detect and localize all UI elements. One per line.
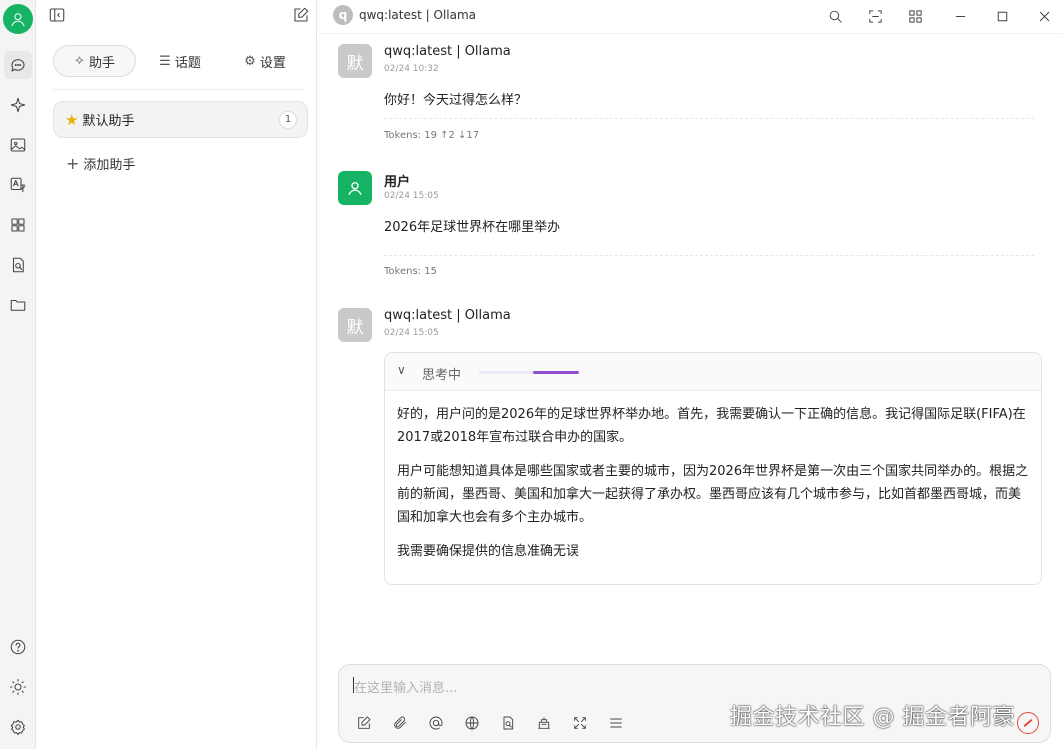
message-user: 用户 02/24 15:05 2026年足球世界杯在哪里举办 Tokens: 1… (338, 171, 1042, 281)
minimize-icon[interactable] (948, 4, 972, 28)
star-icon: ★ (65, 110, 79, 129)
token-count: Tokens: 19 ↑2 ↓17 (384, 130, 480, 141)
translate-icon[interactable] (6, 173, 30, 197)
theme-icon[interactable] (6, 675, 30, 699)
collapse-sidebar-icon[interactable] (48, 6, 68, 26)
app-window: ✧ 助手 ☰ 话题 ⚙ 设置 ★ 默认助手 1 + 添加助手 q qwq:lat… (0, 0, 1062, 749)
chat-header: q qwq:latest | Ollama (318, 0, 1062, 34)
tab-settings[interactable]: ⚙ 设置 (224, 45, 306, 77)
knowledge-icon[interactable] (533, 712, 555, 734)
message-text[interactable]: 2026年足球世界杯在哪里举办 (384, 216, 560, 235)
chevron-down-icon: ∨ (397, 363, 406, 377)
edit-icon[interactable] (353, 712, 375, 734)
topic-count-badge: 1 (279, 110, 297, 129)
sparkle-icon: ✧ (74, 53, 85, 69)
new-chat-icon[interactable] (292, 6, 312, 26)
message-assistant: 默 qwq:latest | Ollama 02/24 10:32 你好！今天过… (338, 44, 1042, 144)
document-search-icon[interactable] (6, 253, 30, 277)
message-divider (384, 255, 1034, 256)
thinking-paragraph: 我需要确保提供的信息准确无误 (397, 544, 580, 559)
thinking-content: 好的，用户问的是2026年的足球世界杯举办地。首先，我需要确认一下正确的信息。我… (385, 391, 1041, 563)
assistant-sidebar: ✧ 助手 ☰ 话题 ⚙ 设置 ★ 默认助手 1 + 添加助手 (42, 0, 317, 749)
assistant-item-default[interactable]: ★ 默认助手 1 (53, 101, 308, 138)
help-icon[interactable] (6, 635, 30, 659)
user-icon (338, 171, 372, 205)
at-icon[interactable] (425, 712, 447, 734)
close-icon[interactable] (1032, 4, 1056, 28)
sidebar-tabs: ✧ 助手 ☰ 话题 ⚙ 设置 (53, 45, 306, 77)
chat-icon[interactable] (4, 51, 32, 79)
thinking-panel: ∨ 思考中 好的，用户问的是2026年的足球世界杯举办地。首先，我需要确认一下正… (384, 352, 1042, 585)
composer-toolbar (353, 712, 627, 734)
add-assistant-label: 添加助手 (83, 158, 136, 173)
divider-icon[interactable] (605, 712, 627, 734)
attachment-icon[interactable] (389, 712, 411, 734)
apps-icon[interactable] (6, 213, 30, 237)
assistant-label: 默认助手 (82, 114, 135, 129)
message-assistant: 默 qwq:latest | Ollama 02/24 15:05 ∨ 思考中 … (338, 308, 1042, 588)
message-time: 02/24 15:05 (384, 191, 439, 201)
globe-icon[interactable] (461, 712, 483, 734)
model-avatar[interactable]: q (333, 5, 353, 25)
layout-grid-icon[interactable] (903, 4, 927, 28)
add-assistant-button[interactable]: + 添加助手 (66, 154, 135, 173)
message-author: qwq:latest | Ollama (384, 44, 511, 59)
settings-gear-icon[interactable] (6, 715, 30, 739)
message-author: 用户 (384, 175, 411, 190)
tab-topics[interactable]: ☰ 话题 (136, 45, 224, 77)
tab-label: 助手 (88, 55, 115, 71)
plus-icon: + (66, 153, 80, 173)
user-avatar-icon[interactable] (3, 4, 33, 34)
folder-icon[interactable] (6, 293, 30, 317)
thinking-label: 思考中 (422, 368, 462, 383)
image-icon[interactable] (6, 133, 30, 157)
thinking-paragraph: 好的，用户问的是2026年的足球世界杯举办地。首先，我需要确认一下正确的信息。我… (397, 407, 1026, 445)
expand-icon[interactable] (569, 712, 591, 734)
maximize-icon[interactable] (990, 4, 1014, 28)
gear-icon: ⚙ (244, 53, 256, 69)
list-icon: ☰ (159, 53, 171, 69)
watermark-text: 掘金技术社区 @ 掘金者阿豪 (730, 705, 1015, 730)
left-rail (0, 0, 36, 749)
message-time: 02/24 10:32 (384, 64, 439, 74)
tab-label: 话题 (174, 55, 201, 71)
model-name[interactable]: qwq:latest | Ollama (359, 8, 476, 22)
message-author: qwq:latest | Ollama (384, 308, 511, 323)
assistant-avatar: 默 (338, 44, 372, 78)
expand-view-icon[interactable] (863, 4, 887, 28)
thinking-header[interactable]: ∨ 思考中 (385, 353, 1041, 391)
tab-assistants[interactable]: ✧ 助手 (53, 45, 136, 77)
assistant-avatar: 默 (338, 308, 372, 342)
search-icon[interactable] (823, 4, 847, 28)
sidebar-divider (53, 89, 306, 90)
sidebar-toolbar (42, 0, 316, 34)
doc-search-icon[interactable] (497, 712, 519, 734)
thinking-paragraph: 用户可能想知道具体是哪些国家或者主要的城市，因为2026年世界杯是第一次由三个国… (397, 464, 1029, 525)
tab-label: 设置 (259, 55, 286, 71)
message-divider (384, 118, 1034, 119)
sparkle-icon[interactable] (6, 93, 30, 117)
send-button[interactable] (1017, 712, 1039, 734)
message-text[interactable]: 你好！今天过得怎么样？ (384, 89, 527, 108)
token-count: Tokens: 15 (384, 266, 437, 277)
message-time: 02/24 15:05 (384, 328, 439, 338)
message-input[interactable]: 在这里输入消息... (354, 677, 457, 696)
thinking-progress (479, 371, 579, 374)
